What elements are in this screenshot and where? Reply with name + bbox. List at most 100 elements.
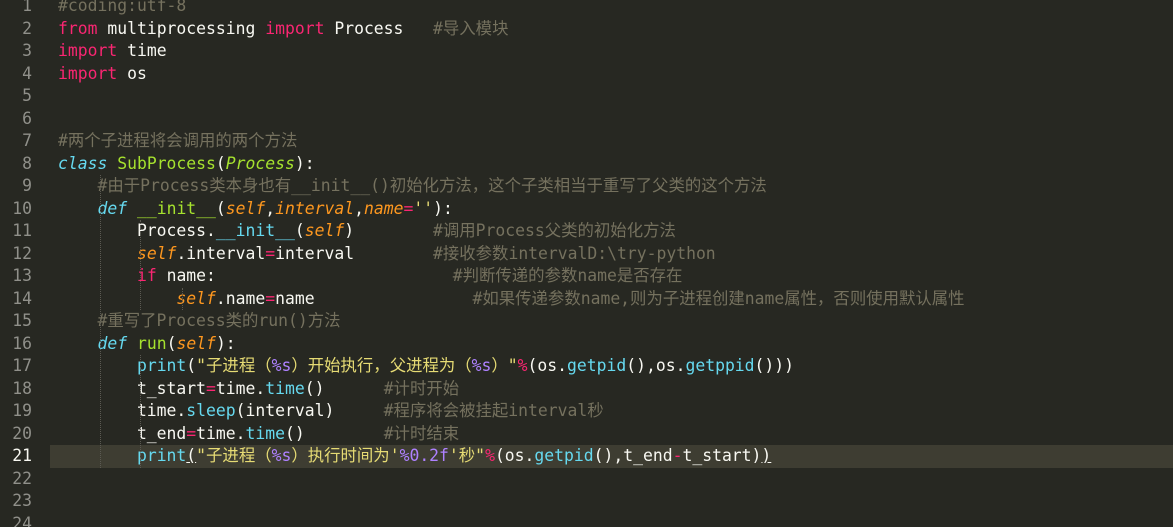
code-token: name:: [156, 266, 453, 285]
code-token: #如果传递参数name,则为子进程创建name属性，否则使用默认属性: [472, 288, 965, 308]
line-number: 22: [12, 468, 32, 488]
code-token: t_start: [58, 378, 207, 398]
code-token: Process.: [58, 221, 216, 240]
code-token: ): [761, 446, 772, 465]
line-number: 20: [12, 423, 32, 443]
code-token: t_end: [58, 423, 187, 443]
line-number: 17: [12, 356, 32, 375]
code-token: ):: [294, 153, 315, 173]
line-number-gutter: 1 2 3 4 5 6 7 8 9 10 11 12 13 14 15 16 17 18 19 20 21 22 23 24: [0, 0, 50, 527]
code-token: class: [58, 153, 108, 173]
code-line[interactable]: from multiprocessing import Process #导入模…: [58, 18, 1173, 41]
code-token: "子进程（: [196, 356, 272, 375]
code-token: ())): [754, 356, 795, 375]
code-token: -: [672, 446, 683, 465]
line-number: 8: [22, 153, 32, 173]
indent-guide: [140, 220, 141, 310]
code-line[interactable]: def __init__(self,interval,name=''):: [58, 198, 1173, 221]
code-token: self: [176, 333, 216, 353]
code-token: %: [485, 446, 495, 465]
code-token: import: [58, 63, 118, 83]
code-token: print: [136, 356, 187, 375]
code-token: "子进程（: [196, 446, 272, 465]
code-area[interactable]: #coding:utf-8 from multiprocessing import…: [50, 0, 1173, 527]
code-token: interval: [275, 243, 434, 263]
code-line[interactable]: print("子进程（%s）开始执行，父进程为（%s）"%(os.getpid(…: [58, 355, 1173, 378]
code-token: time.: [58, 401, 187, 420]
code-token: (),t_end: [593, 446, 673, 465]
code-line[interactable]: self.name=name #如果传递参数name,则为子进程创建name属性…: [58, 288, 1173, 311]
code-token: ）执行时间为': [291, 446, 400, 465]
code-line[interactable]: [58, 513, 1173, 527]
line-number: 7: [22, 131, 32, 150]
indent-guide: [140, 355, 141, 468]
code-token: def: [97, 333, 128, 353]
line-number: 13: [12, 266, 32, 285]
code-token: .name: [215, 288, 266, 308]
code-line[interactable]: def run(self):: [58, 333, 1173, 356]
code-line[interactable]: #由于Process类本身也有__init__()初始化方法，这个子类相当于重写…: [58, 175, 1173, 198]
code-line[interactable]: print("子进程（%s）执行时间为'%0.2f'秒"%(os.getpid(…: [50, 445, 1173, 468]
code-token: #两个子进程将会调用的两个方法: [58, 131, 298, 150]
code-token: getppid: [685, 356, 755, 375]
code-token: __init__: [136, 198, 216, 218]
line-number: 16: [12, 333, 32, 353]
code-line[interactable]: if name: #判断传递的参数name是否存在: [58, 265, 1173, 288]
code-token: time: [265, 378, 305, 398]
line-number: 19: [12, 401, 32, 420]
code-line[interactable]: [58, 468, 1173, 491]
line-number: 5: [22, 86, 32, 105]
line-number: 23: [12, 491, 32, 510]
code-token: #由于Process类本身也有__init__()初始化方法，这个子类相当于重写…: [97, 176, 767, 195]
code-line[interactable]: t_start=time.time() #计时开始: [58, 378, 1173, 401]
code-token: (os.: [494, 446, 535, 465]
code-line[interactable]: #两个子进程将会调用的两个方法: [58, 130, 1173, 153]
code-token: ）开始执行，父进程为（: [291, 356, 472, 375]
code-token: self: [225, 198, 266, 218]
code-token: getpid: [567, 356, 627, 375]
line-number: 24: [12, 513, 32, 527]
code-line[interactable]: import os: [58, 63, 1173, 86]
code-token: %s: [271, 356, 292, 375]
code-token: #重写了Process类的run()方法: [97, 311, 341, 330]
code-editor[interactable]: 1 2 3 4 5 6 7 8 9 10 11 12 13 14 15 16 17 18 19 20 21 22 23 24 …: [0, 0, 1173, 527]
code-token: #调用Process父类的初始化方法: [433, 221, 676, 240]
code-token: import: [265, 18, 325, 38]
code-token: ):: [433, 198, 453, 218]
code-line[interactable]: #coding:utf-8: [58, 0, 1173, 18]
code-line[interactable]: [58, 490, 1173, 513]
code-line[interactable]: self.interval=interval #接收参数intervalD:\t…: [58, 243, 1173, 266]
line-number: 9: [22, 176, 32, 195]
code-token: from: [58, 18, 98, 38]
code-token: os: [117, 63, 147, 83]
code-line[interactable]: [58, 85, 1173, 108]
code-token: #计时结束: [383, 423, 460, 443]
code-line[interactable]: Process.__init__(self) #调用Process父类的初始化方…: [58, 220, 1173, 243]
code-line[interactable]: [58, 108, 1173, 131]
code-line[interactable]: import time: [58, 40, 1173, 63]
line-number: 4: [22, 63, 32, 83]
code-token: name: [363, 198, 404, 218]
code-token: =: [265, 288, 276, 308]
code-token: .interval: [176, 243, 266, 263]
code-token: getpid: [534, 446, 594, 465]
code-line[interactable]: #重写了Process类的run()方法: [58, 310, 1173, 333]
code-token: import: [58, 41, 118, 60]
line-number: 11: [12, 221, 32, 240]
code-line[interactable]: t_end=time.time() #计时结束: [58, 423, 1173, 446]
code-token: self: [136, 243, 177, 263]
line-number: 6: [22, 108, 32, 128]
code-token: %0.2f: [399, 446, 449, 465]
line-number: 18: [12, 378, 32, 398]
code-line[interactable]: time.sleep(interval) #程序将会被挂起interval秒: [58, 400, 1173, 423]
line-number: 15: [12, 311, 32, 330]
code-line[interactable]: class SubProcess(Process):: [58, 153, 1173, 176]
